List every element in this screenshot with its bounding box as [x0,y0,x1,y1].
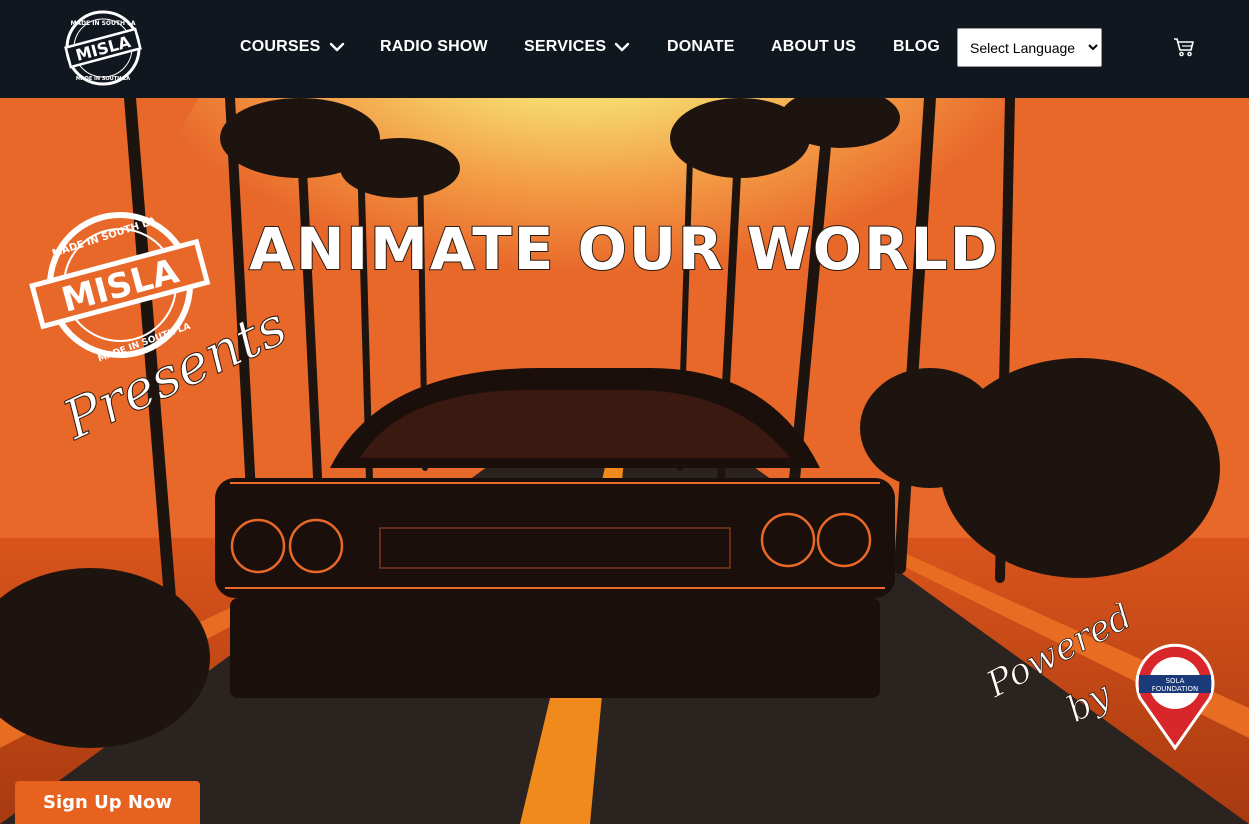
sign-up-button[interactable]: Sign Up Now [15,781,200,824]
hero-banner: ANIMATE OUR WORLD MADE IN SOUTH LA MISLA… [0,98,1249,824]
cart-icon[interactable] [1173,37,1195,57]
svg-text:MADE IN SOUTH LA: MADE IN SOUTH LA [70,20,135,27]
nav-courses[interactable]: COURSES [240,36,345,58]
svg-text:Powered: Powered [985,603,1139,706]
chevron-down-icon [329,42,344,52]
nav-blog[interactable]: BLOG [893,36,940,58]
svg-text:Presents: Presents [53,294,285,452]
misla-logo[interactable]: MADE IN SOUTH LA MISLA MADE IN SOUTH LA [55,8,151,88]
nav-courses-label: COURSES [240,38,321,55]
nav-donate-label: DONATE [667,38,735,55]
nav-about-us[interactable]: ABOUT US [771,36,856,58]
nav-blog-label: BLOG [893,38,941,55]
nav-radio-show[interactable]: RADIO SHOW [380,36,488,58]
nav-services[interactable]: SERVICES [524,36,630,58]
nav-donate[interactable]: DONATE [667,36,735,58]
nav-about-us-label: ABOUT US [771,38,857,55]
language-select[interactable]: Select Language [957,28,1102,67]
nav-radio-show-label: RADIO SHOW [380,38,488,55]
svg-text:SOLA: SOLA [1166,677,1185,685]
sola-foundation-badge: SOLA FOUNDATION [1135,643,1215,751]
svg-text:FOUNDATION: FOUNDATION [1152,685,1199,693]
svg-text:by: by [1060,674,1118,731]
site-header: MADE IN SOUTH LA MISLA MADE IN SOUTH LA … [0,0,1249,98]
nav-services-label: SERVICES [524,38,607,55]
powered-by-sola: Powered by SOLA FOUNDATION [985,603,1215,751]
chevron-down-icon [615,42,630,52]
svg-text:MADE IN SOUTH LA: MADE IN SOUTH LA [76,76,130,82]
misla-presents-logo: MADE IN SOUTH LA MISLA MADE IN SOUTH LA … [29,212,285,453]
